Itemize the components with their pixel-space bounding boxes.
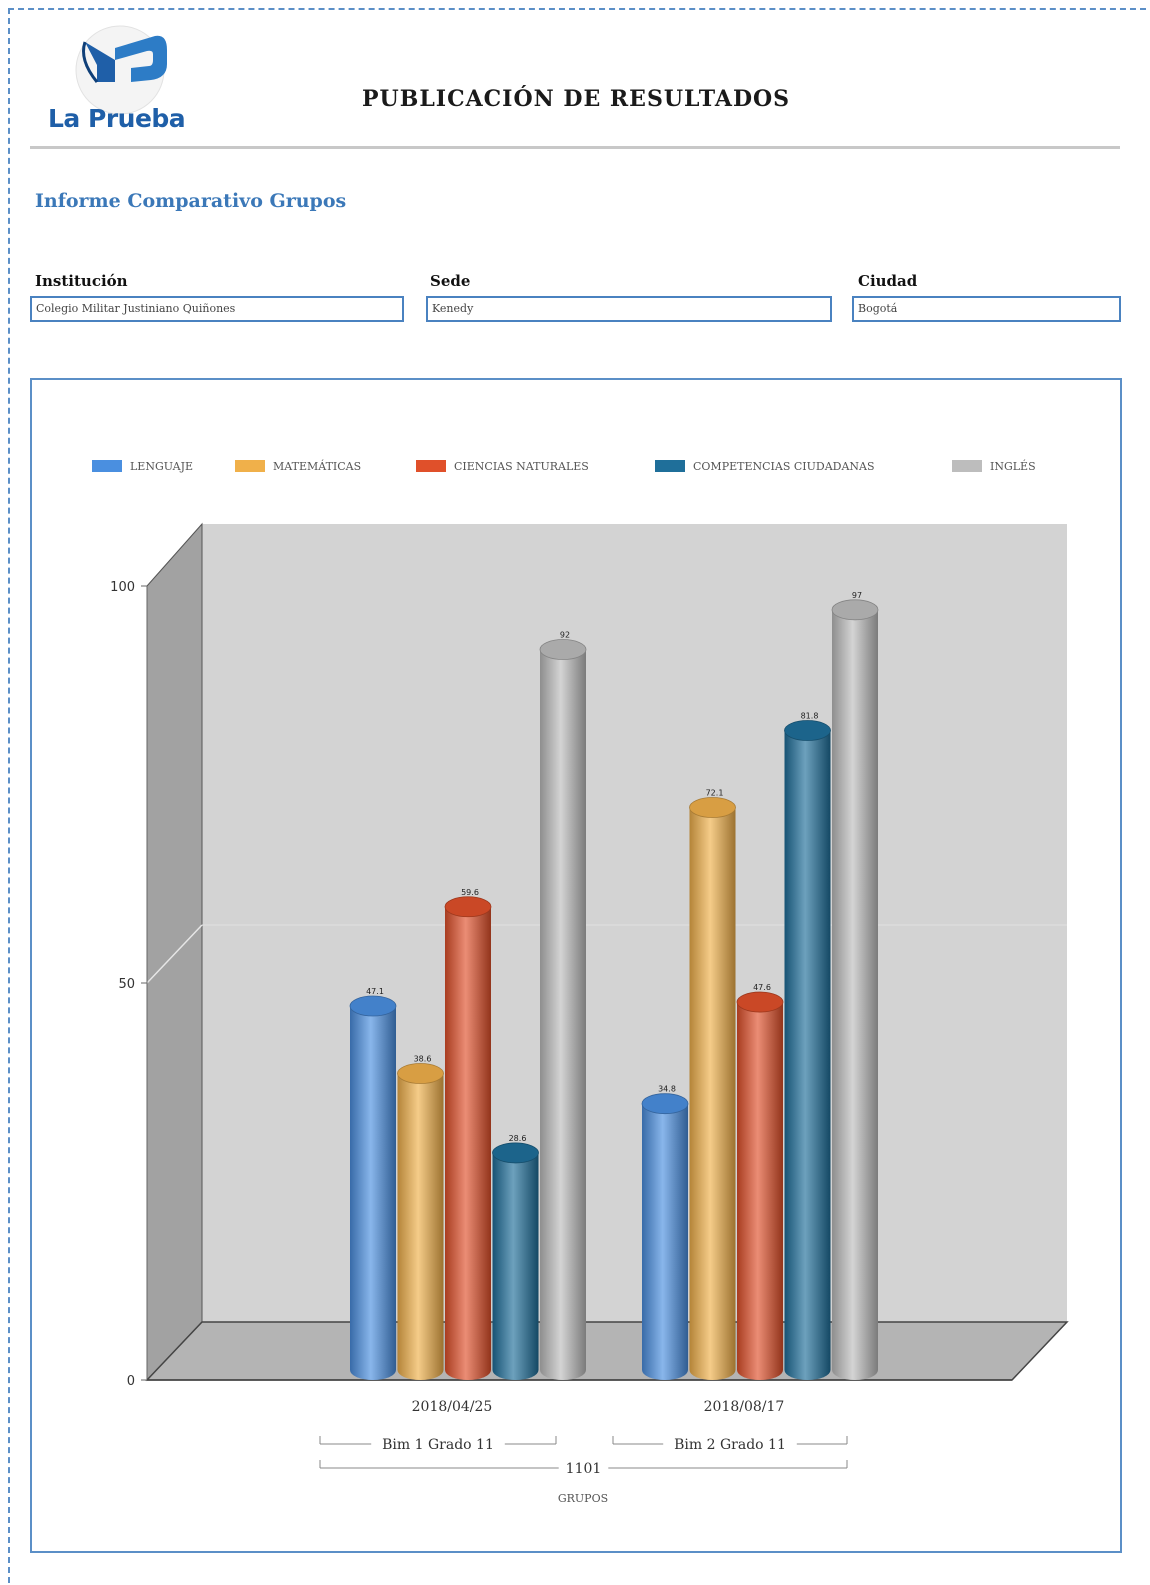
bar — [349, 995, 397, 1380]
logo-text: La Prueba — [48, 104, 186, 133]
bar — [689, 797, 736, 1380]
bar-body — [350, 1006, 396, 1380]
bar — [539, 639, 587, 1380]
bar — [736, 991, 784, 1380]
bar-cap — [641, 1093, 689, 1115]
report-title: Informe Comparativo Grupos — [35, 190, 347, 212]
outer-group-bracket: 1101 — [319, 1460, 848, 1477]
legend-swatch — [235, 460, 265, 472]
bar-body — [784, 730, 831, 1380]
bar-cap — [831, 599, 879, 621]
bar-cap — [492, 1142, 539, 1164]
data-label: 38.6 — [414, 1055, 432, 1064]
data-label: 47.6 — [753, 983, 771, 992]
bar-cap — [349, 995, 397, 1017]
x-axis-title: GRUPOS — [558, 1492, 608, 1505]
ciudad-label: Ciudad — [858, 272, 918, 290]
bar-cap — [444, 896, 492, 918]
data-label: 81.8 — [801, 712, 819, 721]
bar-cap — [539, 639, 587, 660]
data-label: 72.1 — [706, 789, 724, 798]
floor — [145, 1321, 1069, 1381]
legend-label: LENGUAJE — [130, 460, 193, 473]
legend-label: COMPETENCIAS CIUDADANAS — [693, 460, 875, 473]
header-divider — [30, 146, 1120, 149]
sede-field[interactable]: Kenedy — [426, 296, 832, 322]
category-label: 2018/08/17 — [704, 1399, 785, 1415]
group-bracket: Bim 1 Grado 11 — [319, 1436, 557, 1453]
chart-category-axis: 2018/04/25 2018/08/17 Bim 1 Grado 11 Bim 2 … — [319, 1399, 848, 1505]
bar-body — [492, 1152, 539, 1380]
bar — [784, 720, 831, 1380]
ciudad-field[interactable]: Bogotá — [852, 296, 1121, 322]
bar-body — [689, 807, 736, 1380]
legend-label: INGLÉS — [990, 459, 1036, 473]
sede-label: Sede — [430, 272, 471, 290]
bar — [397, 1063, 444, 1380]
data-label: 34.8 — [658, 1085, 676, 1094]
bar — [831, 599, 879, 1380]
chart-walls — [145, 522, 1069, 1382]
data-label: 28.6 — [509, 1134, 527, 1143]
legend-swatch — [952, 460, 982, 472]
data-label: 92 — [560, 631, 570, 640]
y-tick-label: 0 — [127, 1374, 135, 1389]
group-label: 1101 — [566, 1461, 602, 1477]
bar-cap — [397, 1063, 444, 1084]
group-bracket: Bim 2 Grado 11 — [612, 1436, 848, 1453]
bar-body — [540, 649, 586, 1380]
bar-body — [397, 1073, 444, 1380]
bar-cap — [784, 720, 831, 741]
bar-body — [642, 1103, 688, 1380]
y-tick-label: 100 — [110, 580, 135, 595]
legend-swatch — [92, 460, 122, 472]
chart-legend: LENGUAJE MATEMÁTICAS CIENCIAS NATURALES COM… — [92, 459, 1036, 473]
comparative-bar-chart: LENGUAJE MATEMÁTICAS CIENCIAS NATURALES COM… — [92, 459, 1069, 1505]
legend-swatch — [655, 460, 685, 472]
bar — [641, 1093, 689, 1380]
legend-swatch — [416, 460, 446, 472]
category-label: 2018/04/25 — [412, 1399, 493, 1415]
y-tick-label: 50 — [118, 977, 135, 992]
side-wall — [146, 522, 203, 1382]
legend-label: MATEMÁTICAS — [273, 459, 361, 473]
data-label: 47.1 — [366, 987, 384, 996]
bar-cap — [736, 991, 784, 1013]
data-label: 97 — [852, 591, 862, 600]
bar-body — [832, 609, 878, 1380]
bar — [492, 1142, 539, 1380]
page-title: PUBLICACIÓN DE RESULTADOS — [362, 86, 791, 112]
group-label: Bim 2 Grado 11 — [674, 1437, 786, 1453]
bar-body — [445, 906, 491, 1380]
institucion-field[interactable]: Colegio Militar Justiniano Quiñones — [30, 296, 404, 322]
institucion-label: Institución — [35, 272, 128, 290]
bar-body — [737, 1002, 783, 1380]
back-wall — [202, 524, 1067, 1322]
bar — [444, 896, 492, 1380]
bar-cap — [689, 797, 736, 818]
data-label: 59.6 — [461, 888, 479, 897]
group-label: Bim 1 Grado 11 — [382, 1437, 494, 1453]
legend-label: CIENCIAS NATURALES — [454, 460, 589, 473]
